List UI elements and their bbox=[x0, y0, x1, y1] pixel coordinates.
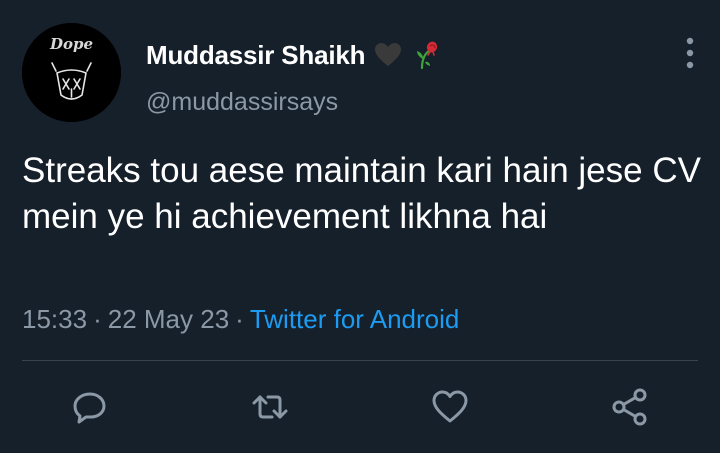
retweet-icon[interactable] bbox=[250, 387, 290, 427]
share-icon[interactable] bbox=[610, 387, 650, 427]
wilted-rose-icon bbox=[411, 40, 441, 70]
tweet-source-link[interactable]: Twitter for Android bbox=[250, 304, 460, 334]
like-icon[interactable] bbox=[430, 387, 470, 427]
avatar[interactable]: Dope bbox=[22, 23, 121, 122]
divider bbox=[22, 360, 698, 361]
tweet-date[interactable]: 22 May 23 bbox=[108, 304, 229, 334]
tweet-text: Streaks tou aese maintain kari hain jese… bbox=[22, 151, 701, 236]
avatar-image: Dope bbox=[22, 23, 121, 122]
author-handle[interactable]: @muddassirsays bbox=[146, 88, 338, 117]
display-name[interactable]: Muddassir Shaikh bbox=[146, 40, 366, 71]
meta-separator: · bbox=[235, 304, 244, 334]
meta-separator: · bbox=[93, 304, 102, 334]
more-options-icon[interactable] bbox=[680, 36, 700, 70]
author-name-row[interactable]: Muddassir Shaikh bbox=[146, 38, 441, 72]
tweet-time[interactable]: 15:33 bbox=[22, 304, 87, 334]
black-heart-icon bbox=[373, 40, 403, 70]
tweet-metadata: 15:33 · 22 May 23 · Twitter for Android bbox=[22, 304, 459, 335]
avatar-logo-text: Dope bbox=[49, 35, 93, 53]
reply-icon[interactable] bbox=[70, 387, 110, 427]
